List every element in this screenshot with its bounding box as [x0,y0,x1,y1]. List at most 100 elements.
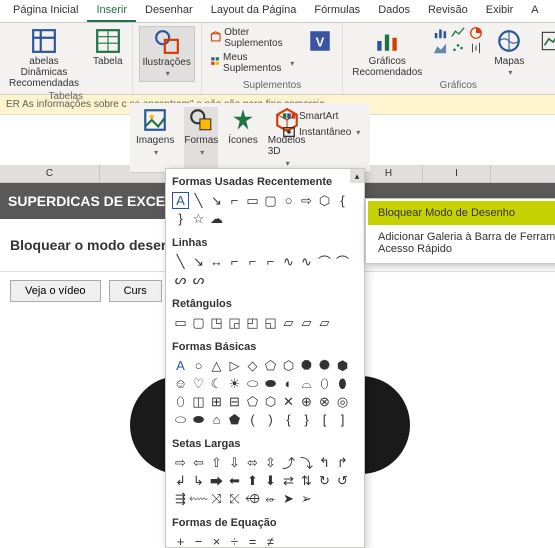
my-addins-button[interactable]: Meus Suplementos ▾ [208,51,296,75]
shape-b8[interactable]: ⯃ [298,357,315,374]
shape-a25[interactable]: ⬲ [244,490,261,507]
tab-draw[interactable]: Desenhar [136,0,202,22]
shape-b13[interactable]: ☾ [208,375,225,392]
shape-b3[interactable]: △ [208,357,225,374]
shape-b26[interactable]: ⬡ [262,393,279,410]
shape-line2[interactable]: ↘ [190,253,207,270]
images-button[interactable]: Imagens▾ [136,107,174,168]
shape-b28[interactable]: ⊕ [298,393,315,410]
shape-a16[interactable]: ⬇ [262,472,279,489]
shape-brace-l[interactable]: { [334,192,351,209]
shape-a11[interactable]: ↲ [172,472,189,489]
tab-page-layout[interactable]: Layout da Página [202,0,306,22]
shape-a2[interactable]: ⇦ [190,454,207,471]
shape-r4[interactable]: ◲ [226,314,243,331]
shape-a24[interactable]: ⤪ [226,490,243,507]
recommended-charts-button[interactable]: Gráficos Recomendados [349,26,425,80]
shape-b40[interactable]: ] [334,411,351,428]
shape-b12[interactable]: ♡ [190,375,207,392]
shape-line12[interactable]: ᔕ [190,271,207,288]
visio-button[interactable]: V [304,26,336,56]
shape-b17[interactable]: ◐ [280,375,297,392]
shape-r2[interactable]: ▢ [190,314,207,331]
shape-a15[interactable]: ⬆ [244,472,261,489]
shape-a17[interactable]: ⇄ [280,472,297,489]
shape-line9[interactable]: ⌒ [316,253,333,270]
shape-r6[interactable]: ◱ [262,314,279,331]
shape-b38[interactable]: } [298,411,315,428]
shape-line11[interactable]: ᔕ [172,271,189,288]
shape-connector[interactable]: ⌐ [226,192,243,209]
shape-a19[interactable]: ↻ [316,472,333,489]
shape-a4[interactable]: ⇩ [226,454,243,471]
shape-b14[interactable]: ☀ [226,375,243,392]
shape-a14[interactable]: ⬅ [226,472,243,489]
tab-insert[interactable]: Inserir [87,0,136,22]
shape-a3[interactable]: ⇧ [208,454,225,471]
shape-b21[interactable]: ⬯ [172,393,189,410]
shape-a8[interactable]: ⤵ [298,454,315,471]
tab-review[interactable]: Revisão [419,0,477,22]
shape-r3[interactable]: ◳ [208,314,225,331]
line-chart-icon[interactable] [451,26,465,40]
maps-button[interactable]: Mapas ▾ [491,26,527,80]
scroll-up-icon[interactable]: ▴ [350,169,364,183]
get-addins-button[interactable]: Obter Suplementos [208,26,296,50]
shape-a23[interactable]: ⤨ [208,490,225,507]
shape-b22[interactable]: ◫ [190,393,207,410]
shape-b6[interactable]: ⬠ [262,357,279,374]
shape-b2[interactable]: ○ [190,357,207,374]
shape-b29[interactable]: ⊗ [316,393,333,410]
shape-line10[interactable]: ⌒ [334,253,351,270]
shape-a6[interactable]: ⇳ [262,454,279,471]
shape-r9[interactable]: ▱ [316,314,333,331]
shape-b23[interactable]: ⊞ [208,393,225,410]
shape-b16[interactable]: ⬬ [262,375,279,392]
shape-line8[interactable]: ∿ [298,253,315,270]
shape-b34[interactable]: ⬟ [226,411,243,428]
shape-b15[interactable]: ⬭ [244,375,261,392]
shape-rect[interactable]: ▭ [244,192,261,209]
shape-b37[interactable]: { [280,411,297,428]
area-chart-icon[interactable] [433,41,447,55]
screenshot-button[interactable]: Instantâneo▾ [280,124,362,140]
shape-rounded-rect[interactable]: ▢ [262,192,279,209]
shape-oval[interactable]: ○ [280,192,297,209]
shape-a13[interactable]: ⮕ [208,472,225,489]
shape-r7[interactable]: ▱ [280,314,297,331]
icons-button[interactable]: Ícones [228,107,257,168]
shape-b25[interactable]: ⬠ [244,393,261,410]
lock-drawing-mode-item[interactable]: Bloquear Modo de Desenho [368,201,555,225]
add-to-qat-item[interactable]: Adicionar Galeria à Barra de Ferramentas… [368,225,555,261]
shape-a22[interactable]: ⬳ [190,490,207,507]
shape-r1[interactable]: ▭ [172,314,189,331]
shape-line3[interactable]: ↔ [208,253,225,270]
shape-b10[interactable]: ⬢ [334,357,351,374]
shape-line7[interactable]: ∿ [280,253,297,270]
shape-b24[interactable]: ⊟ [226,393,243,410]
shape-line4[interactable]: ⌐ [226,253,243,270]
shape-a28[interactable]: ➢ [298,490,315,507]
shape-r8[interactable]: ▱ [298,314,315,331]
col-c[interactable]: C [0,165,100,182]
shape-line1[interactable]: ╲ [172,253,189,270]
shape-b7[interactable]: ⬡ [280,357,297,374]
shapes-button[interactable]: Formas▾ [184,107,218,168]
pie-chart-icon[interactable] [469,26,483,40]
shape-a7[interactable]: ⤴ [280,454,297,471]
shape-b36[interactable]: ) [262,411,279,428]
shape-right-arrow[interactable]: ⇨ [298,192,315,209]
sparkline-button[interactable] [535,26,555,56]
shape-b35[interactable]: ( [244,411,261,428]
shape-star[interactable]: ☆ [190,210,207,227]
shape-hexagon[interactable]: ⬡ [316,192,333,209]
shape-a9[interactable]: ↰ [316,454,333,471]
shape-a21[interactable]: ⇶ [172,490,189,507]
shape-a18[interactable]: ⇅ [298,472,315,489]
shape-textbox[interactable]: A [172,192,189,209]
tab-extra[interactable]: A [522,0,547,22]
shape-b1[interactable]: A [172,357,189,374]
pivot-tables-button[interactable]: abelas Dinâmicas Recomendadas [6,26,82,91]
tab-formulas[interactable]: Fórmulas [305,0,369,22]
shape-b5[interactable]: ◇ [244,357,261,374]
